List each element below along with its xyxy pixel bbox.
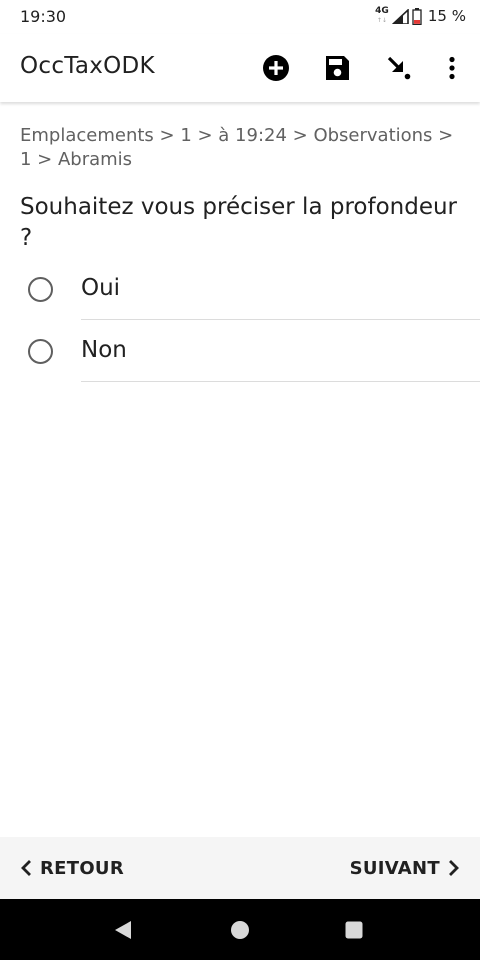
- add-circle-icon: [263, 55, 289, 81]
- system-home-button[interactable]: [229, 919, 251, 941]
- question-label: Souhaitez vous préciser la profondeur ?: [20, 194, 457, 251]
- back-button-label: RETOUR: [40, 857, 125, 879]
- signal-icon: [391, 8, 409, 24]
- form-navigation-bar: RETOUR SUIVANT: [0, 837, 480, 899]
- choice-oui[interactable]: Oui: [0, 258, 480, 320]
- more-options-button[interactable]: [437, 53, 467, 83]
- next-button[interactable]: SUIVANT: [350, 855, 460, 881]
- form-content: Emplacements > 1 > à 19:24 > Observation…: [0, 102, 480, 837]
- save-button[interactable]: [322, 53, 352, 83]
- status-bar: 19:30 4G ↑↓ 15 %: [0, 0, 480, 34]
- save-icon: [326, 56, 349, 80]
- battery-percent: 15 %: [427, 7, 466, 25]
- chevron-left-icon: [21, 860, 31, 876]
- app-title: OccTaxODK: [20, 53, 155, 79]
- data-activity-icon: ↑↓: [376, 17, 387, 24]
- add-repeat-button[interactable]: [261, 53, 291, 83]
- network-type-indicator: 4G ↑↓: [375, 7, 389, 25]
- network-type-label: 4G: [375, 6, 389, 16]
- choice-non[interactable]: Non: [0, 320, 480, 382]
- chevron-right-icon: [449, 860, 459, 876]
- jump-to-question-icon: [387, 56, 411, 80]
- system-back-button[interactable]: [112, 919, 134, 941]
- more-vert-icon: [449, 56, 455, 80]
- home-icon: [231, 921, 249, 939]
- recents-icon: [345, 921, 363, 939]
- system-recents-button[interactable]: [343, 919, 365, 941]
- radio-button[interactable]: [28, 277, 53, 302]
- breadcrumb: Emplacements > 1 > à 19:24 > Observation…: [20, 125, 454, 170]
- back-button[interactable]: RETOUR: [20, 855, 124, 881]
- jump-to-question-button[interactable]: [384, 53, 414, 83]
- app-bar: OccTaxODK: [0, 34, 480, 102]
- back-icon: [115, 921, 131, 939]
- radio-button[interactable]: [28, 339, 53, 364]
- choice-label: Oui: [81, 275, 121, 301]
- status-time: 19:30: [20, 7, 67, 26]
- choice-label: Non: [81, 337, 127, 363]
- status-icons: 4G ↑↓ 15 %: [375, 5, 466, 27]
- next-button-label: SUIVANT: [349, 857, 440, 879]
- system-navigation-bar: [0, 899, 480, 960]
- battery-icon: [412, 7, 422, 25]
- divider: [81, 381, 480, 382]
